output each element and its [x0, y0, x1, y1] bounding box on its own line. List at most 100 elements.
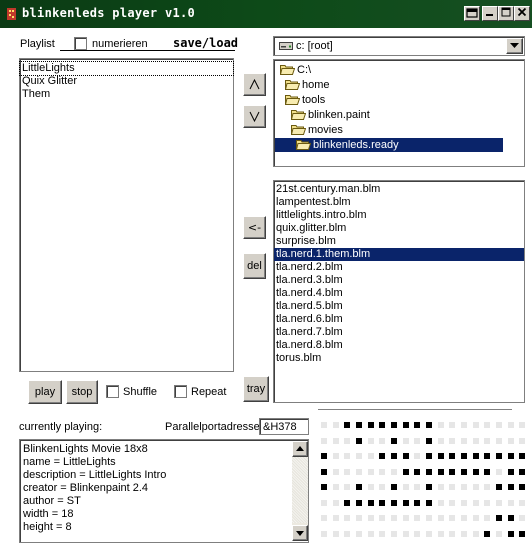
folder-item[interactable]: movies	[291, 123, 343, 137]
move-down-button[interactable]	[243, 105, 266, 128]
close-icon	[517, 7, 527, 17]
playlist-list[interactable]: LittleLights Quix Glitter Them	[19, 58, 234, 372]
info-line: author = ST	[23, 495, 81, 507]
drive-select[interactable]: c: [root]	[273, 36, 525, 56]
folder-item[interactable]: blinken.paint	[291, 108, 370, 122]
file-item[interactable]: littlelights.intro.blm	[274, 209, 524, 222]
playlist-item[interactable]: Them	[20, 88, 233, 101]
led-off	[461, 438, 467, 444]
led-on	[356, 438, 362, 444]
scroll-track[interactable]	[292, 457, 308, 523]
drive-dropdown-button[interactable]	[506, 38, 523, 54]
led-off	[438, 484, 444, 490]
led-on	[426, 453, 432, 459]
close-button[interactable]	[514, 6, 530, 21]
file-item[interactable]: tla.nerd.1.them.blm	[274, 248, 524, 261]
file-item[interactable]: lampentest.blm	[274, 196, 524, 209]
led-off	[473, 438, 479, 444]
playlist-item[interactable]: Quix Glitter	[20, 75, 233, 88]
playlist-item[interactable]: LittleLights	[19, 61, 234, 76]
file-item[interactable]: tla.nerd.3.blm	[274, 274, 524, 287]
file-item[interactable]: torus.blm	[274, 352, 524, 365]
led-on	[508, 453, 514, 459]
led-on	[484, 469, 490, 475]
led-off	[449, 531, 455, 537]
add-to-playlist-button[interactable]: <-	[243, 216, 266, 239]
pin-icon	[466, 8, 478, 18]
numerieren-checkbox[interactable]	[74, 37, 87, 50]
led-off	[333, 469, 339, 475]
led-off	[333, 484, 339, 490]
led-off	[473, 500, 479, 506]
tray-button[interactable]: tray	[243, 376, 269, 402]
file-item[interactable]: 21st.century.man.blm	[274, 183, 524, 196]
file-item[interactable]: tla.nerd.6.blm	[274, 313, 524, 326]
led-off	[368, 469, 374, 475]
led-off	[403, 438, 409, 444]
folder-item[interactable]: C:\	[280, 63, 311, 77]
led-on	[449, 453, 455, 459]
file-item[interactable]: tla.nerd.5.blm	[274, 300, 524, 313]
file-item[interactable]: quix.glitter.blm	[274, 222, 524, 235]
info-line: BlinkenLights Movie 18x8	[23, 443, 148, 455]
led-on	[379, 422, 385, 428]
led-off	[356, 469, 362, 475]
movie-info-textbox[interactable]: BlinkenLights Movie 18x8 name = LittleLig…	[19, 439, 309, 543]
scroll-down-button[interactable]	[292, 525, 308, 541]
led-on	[403, 469, 409, 475]
info-scrollbar[interactable]	[292, 441, 308, 541]
maximize-icon	[501, 7, 511, 17]
minimize-button[interactable]	[482, 6, 498, 21]
led-off	[438, 515, 444, 521]
play-button[interactable]: play	[28, 380, 62, 404]
led-on	[496, 515, 502, 521]
port-value: &H378	[263, 421, 297, 433]
led-off	[473, 531, 479, 537]
repeat-label: Repeat	[191, 386, 227, 398]
led-off	[414, 531, 420, 537]
led-off	[461, 484, 467, 490]
led-off	[344, 484, 350, 490]
delete-button[interactable]: del	[243, 253, 266, 279]
led-on	[391, 438, 397, 444]
led-off	[403, 531, 409, 537]
folder-item[interactable]: blinkenleds.ready	[275, 138, 503, 152]
led-off	[484, 422, 490, 428]
shuffle-checkbox[interactable]	[106, 385, 119, 398]
stop-button[interactable]: stop	[66, 380, 98, 404]
save-load-button[interactable]: save/load	[173, 36, 238, 50]
led-off	[414, 438, 420, 444]
scroll-up-button[interactable]	[292, 441, 308, 457]
move-up-button[interactable]	[243, 73, 266, 96]
led-on	[414, 500, 420, 506]
file-item[interactable]: tla.nerd.8.blm	[274, 339, 524, 352]
file-item[interactable]: tla.nerd.2.blm	[274, 261, 524, 274]
folder-name: movies	[308, 124, 343, 136]
led-off	[333, 531, 339, 537]
led-off	[508, 438, 514, 444]
title-bar[interactable]: blinkenleds player v1.0	[0, 0, 532, 28]
led-off	[333, 438, 339, 444]
folder-item[interactable]: home	[285, 78, 330, 92]
led-off	[473, 484, 479, 490]
info-line: description = LittleLights Intro	[23, 469, 167, 481]
led-on	[403, 453, 409, 459]
maximize-button[interactable]	[498, 6, 514, 21]
repeat-checkbox[interactable]	[174, 385, 187, 398]
file-item[interactable]: tla.nerd.4.blm	[274, 287, 524, 300]
open-folder-icon	[291, 110, 306, 120]
playlist-header-underline	[60, 50, 235, 51]
led-off	[438, 531, 444, 537]
port-input[interactable]: &H378	[259, 418, 309, 435]
folder-tree[interactable]: C:\ home tools blinken.paint movies blinkenle…	[273, 59, 525, 167]
folder-item[interactable]: tools	[285, 93, 325, 107]
led-off	[438, 500, 444, 506]
led-off	[391, 515, 397, 521]
scroll-up-icon	[296, 446, 304, 451]
pin-button[interactable]	[464, 6, 480, 21]
file-item[interactable]: tla.nerd.7.blm	[274, 326, 524, 339]
led-off	[461, 515, 467, 521]
info-line: height = 8	[23, 521, 72, 533]
file-list[interactable]: 21st.century.man.blm lampentest.blm little…	[273, 180, 525, 403]
file-item[interactable]: surprise.blm	[274, 235, 524, 248]
